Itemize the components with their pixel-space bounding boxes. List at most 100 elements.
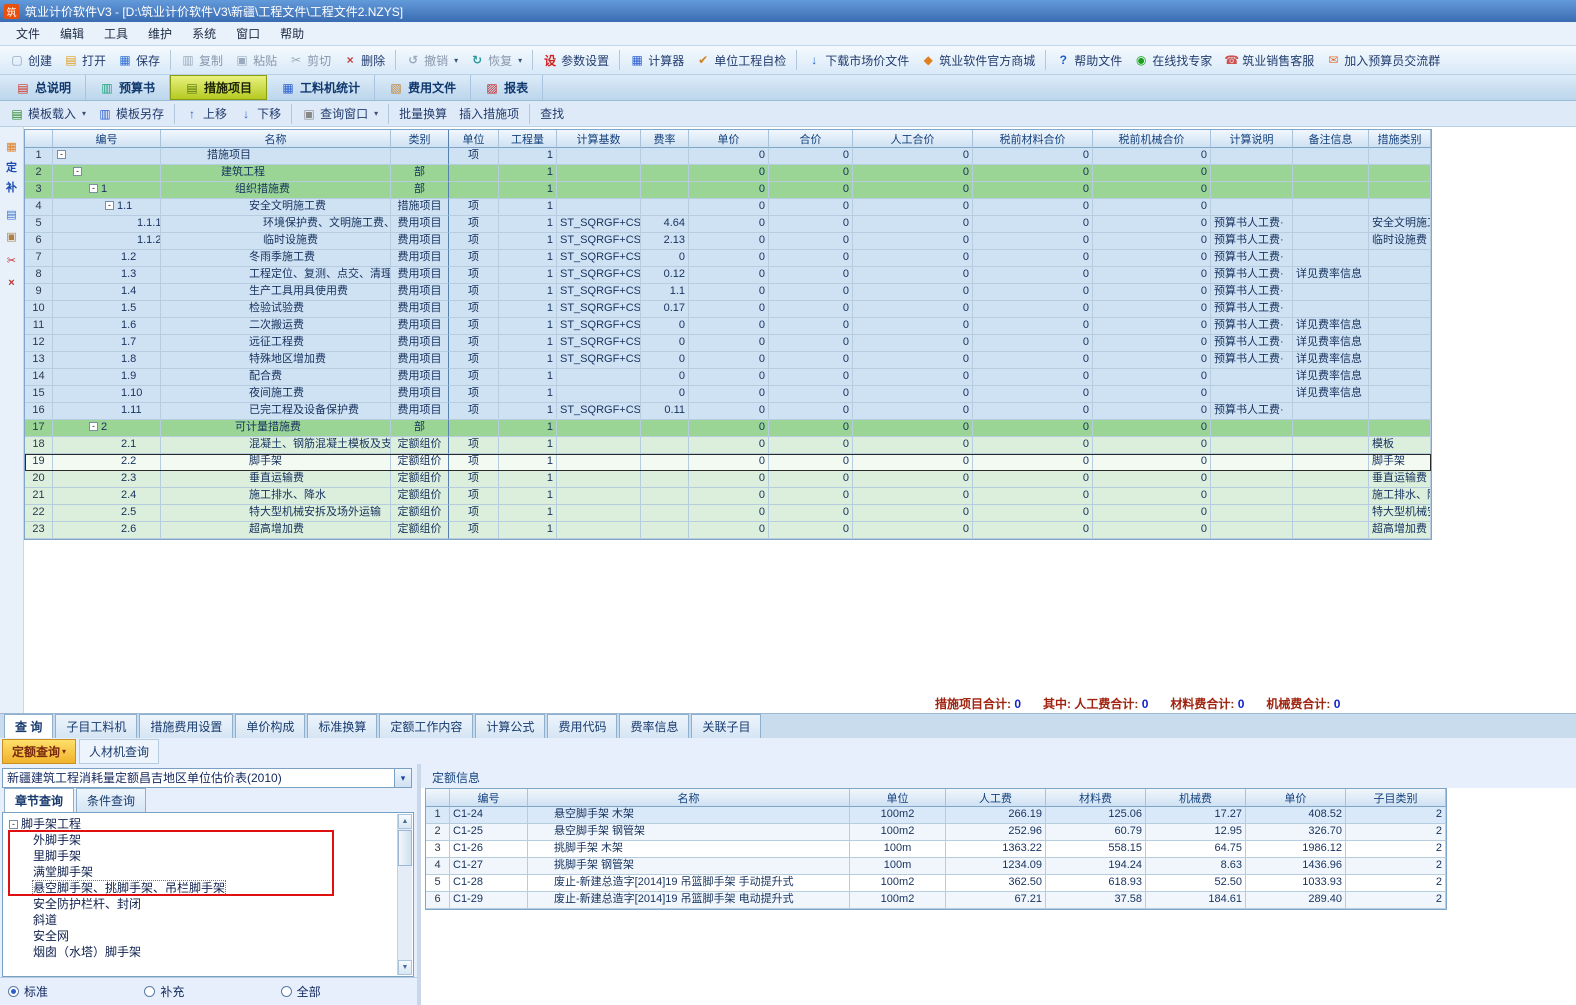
cell-h[interactable]: 0 — [769, 165, 853, 182]
cell-mcat[interactable]: 特大型机械安拆 — [1369, 505, 1431, 522]
cell-jx[interactable]: 0 — [1093, 471, 1211, 488]
cell-num[interactable]: 12 — [25, 335, 53, 352]
cell-base[interactable] — [557, 454, 641, 471]
cell-calc[interactable]: 预算书人工费· — [1211, 284, 1293, 301]
cell-name[interactable]: 悬空脚手架 木架 — [528, 807, 850, 824]
cell-h[interactable]: 0 — [769, 250, 853, 267]
cell-num[interactable]: 6 — [25, 233, 53, 250]
cell-h[interactable]: 0 — [769, 199, 853, 216]
cell-labor[interactable]: 252.96 — [946, 824, 1046, 841]
cell-unit[interactable]: 项 — [449, 267, 499, 284]
column-header[interactable]: 单价 — [1246, 789, 1346, 807]
cell-base[interactable] — [557, 437, 641, 454]
copy-page-icon[interactable]: ▤ — [3, 206, 20, 223]
save-button[interactable]: ▦保存 — [112, 49, 166, 72]
cell-name[interactable]: 废止-新建总造字[2014]19 吊篮脚手架 电动提升式 — [528, 892, 850, 909]
cell-calc[interactable]: 预算书人工费· — [1211, 403, 1293, 420]
menu-item[interactable]: 维护 — [138, 22, 182, 45]
cell-calc[interactable] — [1211, 454, 1293, 471]
help-file-button[interactable]: ?帮助文件 — [1050, 49, 1128, 72]
cell-cls[interactable]: 2 — [1346, 841, 1446, 858]
cell-qty[interactable]: 1 — [499, 369, 557, 386]
menu-item[interactable]: 帮助 — [270, 22, 314, 45]
cell-code[interactable]: C1-26 — [450, 841, 528, 858]
cell-p[interactable]: 0 — [689, 267, 769, 284]
table-row[interactable]: 121.7远征工程费费用项目项1ST_SQRGF+CS_Z000000预算书人工… — [25, 335, 1431, 352]
table-row[interactable]: 91.4生产工具用具使用费费用项目项1ST_SQRGF+CS_Z1.100000… — [25, 284, 1431, 301]
move-down-button[interactable]: ↓下移 — [233, 102, 287, 125]
cell-qty[interactable]: 1 — [499, 522, 557, 539]
cell-jx[interactable]: 0 — [1093, 488, 1211, 505]
cell-jx[interactable]: 0 — [1093, 335, 1211, 352]
tree-item[interactable]: 里脚手架 — [3, 848, 413, 864]
tree-item[interactable]: 悬空脚手架、挑脚手架、吊栏脚手架 — [3, 880, 413, 896]
cell-qty[interactable]: 1 — [499, 148, 557, 165]
cell-h[interactable]: 0 — [769, 284, 853, 301]
cell-qty[interactable]: 1 — [499, 182, 557, 199]
cell-rg[interactable]: 0 — [853, 454, 973, 471]
cell-note[interactable]: 详见费率信息 — [1293, 267, 1369, 284]
tab-calc-formula[interactable]: 计算公式 — [475, 714, 545, 738]
cell-name[interactable]: 悬空脚手架 钢管架 — [528, 824, 850, 841]
cell-qty[interactable]: 1 — [499, 352, 557, 369]
cell-rate[interactable] — [641, 182, 689, 199]
cell-mcat[interactable] — [1369, 318, 1431, 335]
cell-mat[interactable]: 618.93 — [1046, 875, 1146, 892]
cell-unit[interactable]: 项 — [449, 505, 499, 522]
cell-unit[interactable]: 项 — [449, 403, 499, 420]
cell-rg[interactable]: 0 — [853, 284, 973, 301]
move-up-button[interactable]: ↑上移 — [179, 102, 233, 125]
cell-calc[interactable]: 预算书人工费· — [1211, 352, 1293, 369]
cell-qty[interactable]: 1 — [499, 420, 557, 437]
cell-price[interactable]: 1986.12 — [1246, 841, 1346, 858]
cell-labor[interactable]: 266.19 — [946, 807, 1046, 824]
cell-p[interactable]: 0 — [689, 369, 769, 386]
table-row[interactable]: 202.3垂直运输费定额组价项100000垂直运输费 — [25, 471, 1431, 488]
cell-name[interactable]: 临时设施费 — [161, 233, 391, 250]
expand-collapse-box[interactable]: - — [73, 167, 82, 176]
cell-n[interactable]: 3 — [426, 841, 450, 858]
supplement-bu-icon[interactable]: 补 — [3, 178, 20, 195]
cell-jx[interactable]: 0 — [1093, 505, 1211, 522]
cell-unit[interactable]: 项 — [449, 488, 499, 505]
cell-rg[interactable]: 0 — [853, 488, 973, 505]
table-row[interactable]: 51.1.1环境保护费、文明施工费、安全施工费费用项目项1ST_SQRGF+CS… — [25, 216, 1431, 233]
cell-jx[interactable]: 0 — [1093, 318, 1211, 335]
quota-ding-icon[interactable]: 定 — [3, 158, 20, 175]
cell-mcat[interactable] — [1369, 369, 1431, 386]
cell-name[interactable]: 废止-新建总造字[2014]19 吊篮脚手架 手动提升式 — [528, 875, 850, 892]
cell-unit[interactable]: 项 — [449, 369, 499, 386]
cell-code[interactable]: 1.10 — [53, 386, 161, 403]
panel-grid-icon[interactable]: ▦ — [3, 138, 20, 155]
cell-name[interactable]: 特殊地区增加费 — [161, 352, 391, 369]
cell-base[interactable] — [557, 148, 641, 165]
cell-rate[interactable] — [641, 148, 689, 165]
cell-unit[interactable]: 100m — [850, 858, 946, 875]
table-row[interactable]: 4-1.1安全文明施工费措施项目项100000 — [25, 199, 1431, 216]
cell-mach[interactable]: 184.61 — [1146, 892, 1246, 909]
cell-name[interactable]: 夜间施工费 — [161, 386, 391, 403]
cell-code[interactable]: 2.6 — [53, 522, 161, 539]
cell-mcat[interactable]: 脚手架 — [1369, 454, 1431, 471]
cell-cl[interactable]: 0 — [973, 216, 1093, 233]
cell-cl[interactable]: 0 — [973, 505, 1093, 522]
cell-cat[interactable]: 定额组价 — [391, 488, 449, 505]
cell-cat[interactable]: 费用项目 — [391, 369, 449, 386]
tab-unit-price-composition[interactable]: 单价构成 — [235, 714, 305, 738]
menu-item[interactable]: 窗口 — [226, 22, 270, 45]
cell-qty[interactable]: 1 — [499, 454, 557, 471]
cell-rg[interactable]: 0 — [853, 250, 973, 267]
tree-item[interactable]: 安全网 — [3, 928, 413, 944]
cell-mcat[interactable]: 施工排水、降水 — [1369, 488, 1431, 505]
table-row[interactable]: 141.9配合费费用项目项1000000详见费率信息 — [25, 369, 1431, 386]
cell-calc[interactable] — [1211, 420, 1293, 437]
cell-cat[interactable]: 定额组价 — [391, 454, 449, 471]
cell-note[interactable] — [1293, 488, 1369, 505]
cell-cat[interactable]: 费用项目 — [391, 335, 449, 352]
cell-h[interactable]: 0 — [769, 386, 853, 403]
cell-rate[interactable]: 1.1 — [641, 284, 689, 301]
cell-p[interactable]: 0 — [689, 148, 769, 165]
cell-jx[interactable]: 0 — [1093, 148, 1211, 165]
template-load-button[interactable]: ▤模板载入▾ — [4, 102, 92, 125]
cell-mat[interactable]: 558.15 — [1046, 841, 1146, 858]
